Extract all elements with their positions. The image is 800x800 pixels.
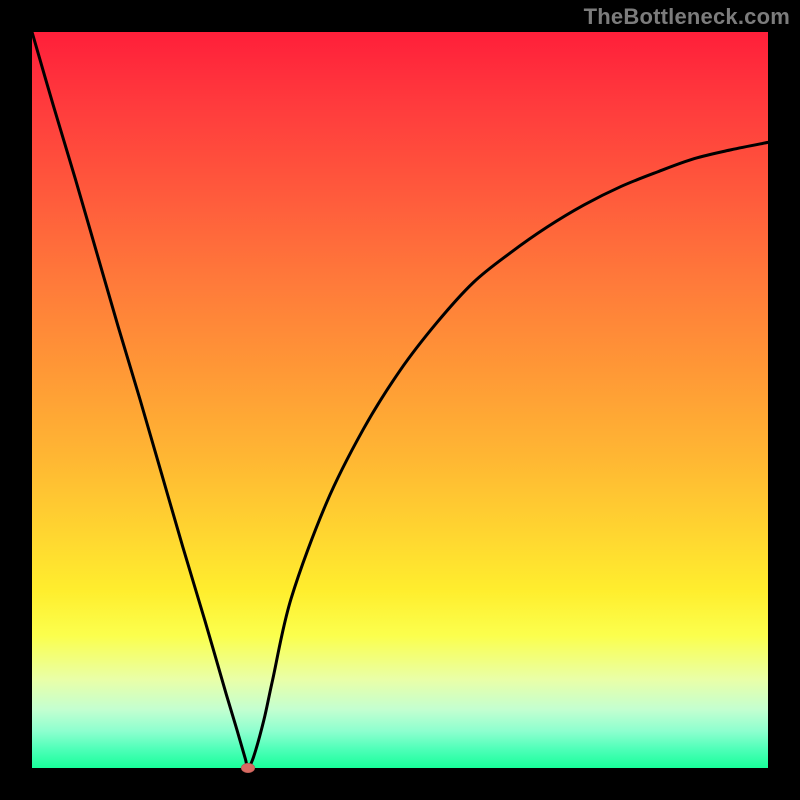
chart-frame: TheBottleneck.com [0, 0, 800, 800]
bottleneck-curve [32, 32, 768, 768]
minimum-marker [241, 763, 255, 773]
plot-area [32, 32, 768, 768]
watermark-text: TheBottleneck.com [584, 4, 790, 30]
